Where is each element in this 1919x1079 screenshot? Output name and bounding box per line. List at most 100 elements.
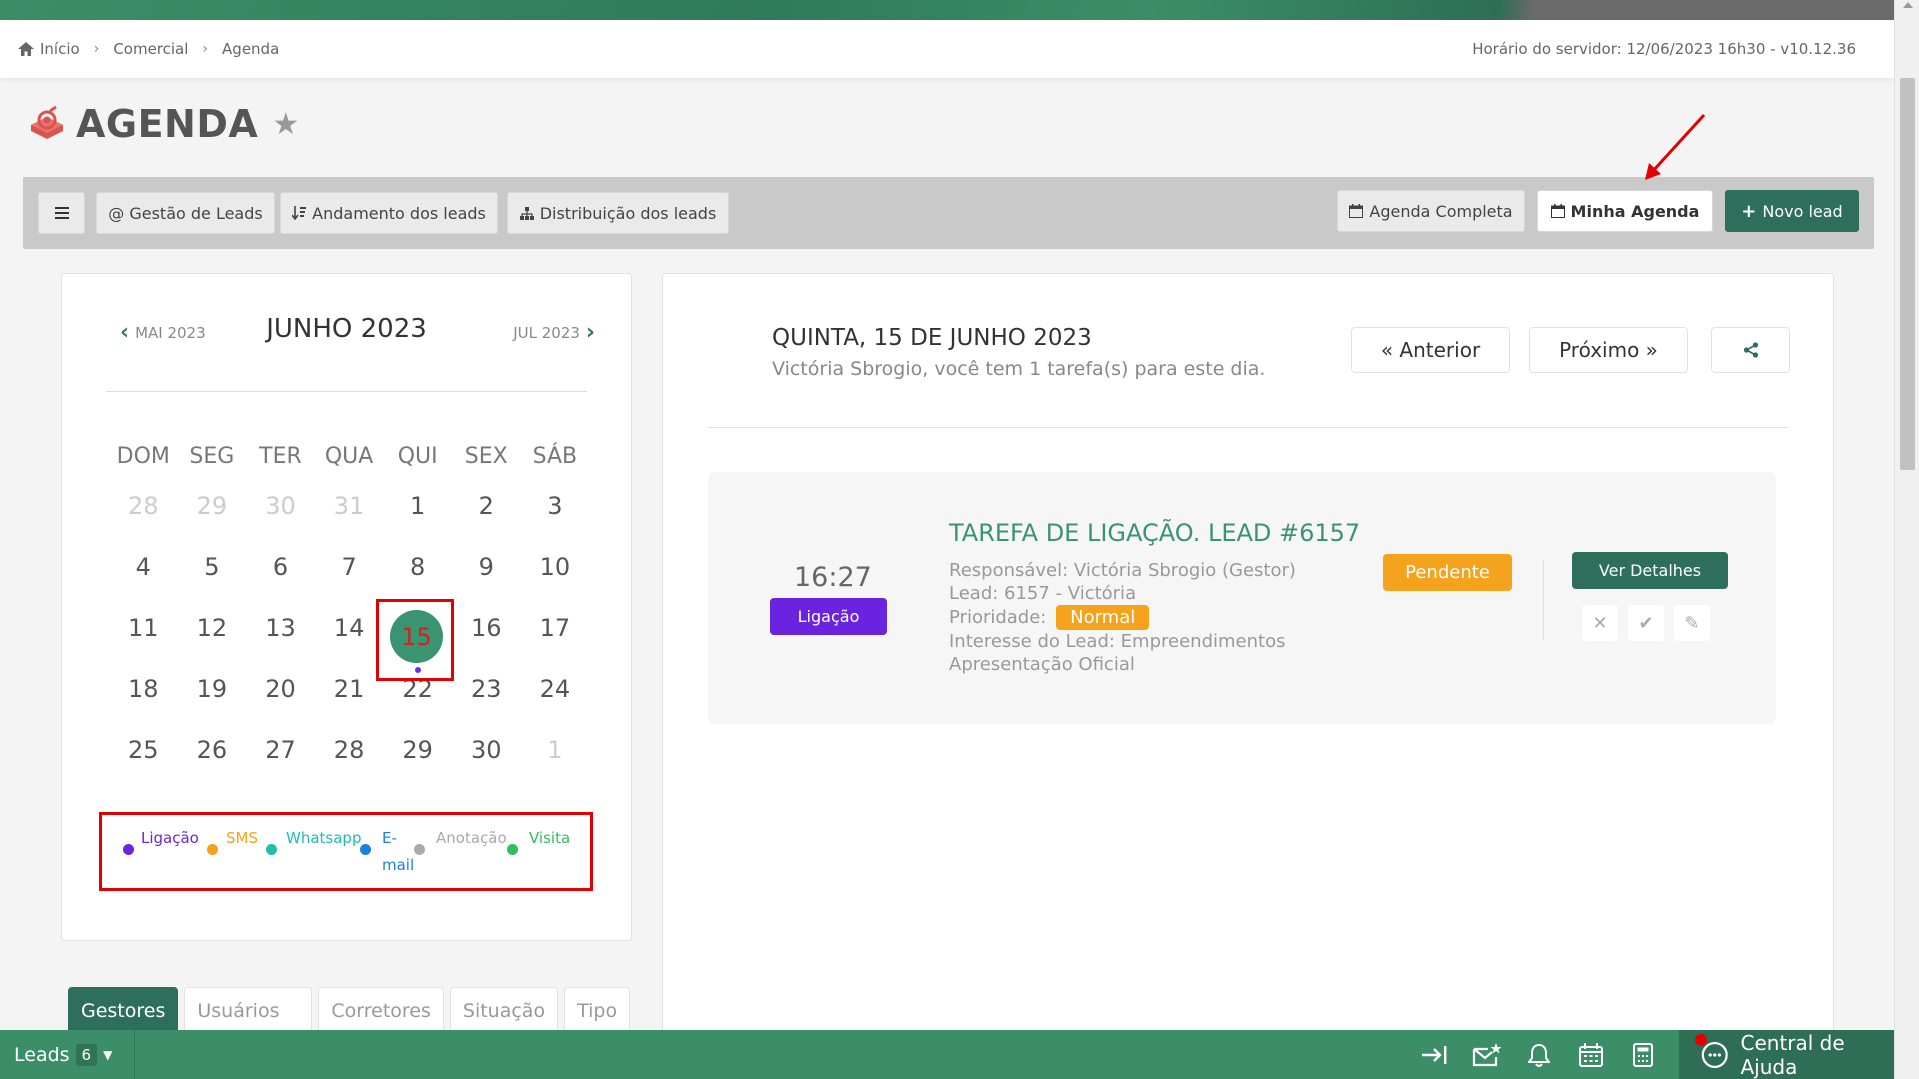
bottom-icons: Central de Ajuda <box>1409 1030 1894 1079</box>
calendar-day[interactable]: 1 <box>383 484 452 545</box>
calendar-day[interactable]: 8 <box>383 545 452 606</box>
breadcrumb-agenda[interactable]: Agenda <box>222 40 279 58</box>
calendar-day[interactable]: 16 <box>452 606 521 667</box>
notifications-button[interactable] <box>1513 1030 1565 1079</box>
today-highlight[interactable]: 15 <box>376 599 454 681</box>
edit-task-button[interactable]: ✎ <box>1674 605 1710 641</box>
next-month-button[interactable]: JUL 2023 › <box>513 320 595 345</box>
calendar-day[interactable]: 6 <box>246 545 315 606</box>
calendar-day[interactable]: 29 <box>383 728 452 789</box>
calendar-day[interactable]: 1 <box>521 728 590 789</box>
calendar-day[interactable]: 7 <box>315 545 384 606</box>
calculator-icon <box>1633 1042 1653 1067</box>
calendar-day[interactable]: 19 <box>178 667 247 728</box>
task-responsavel: Responsável: Victória Sbrogio (Gestor) <box>949 560 1296 581</box>
calendar-day[interactable]: 11 <box>109 606 178 667</box>
breadcrumb-home-label: Início <box>40 40 80 58</box>
novo-lead-button[interactable]: + Novo lead <box>1725 190 1859 232</box>
weekday-label: QUI <box>397 444 438 469</box>
today-circle[interactable]: 15 <box>390 610 443 663</box>
calendar-day[interactable]: 14 <box>315 606 384 667</box>
andamento-leads-label: Andamento dos leads <box>312 203 486 223</box>
sign-in-button[interactable] <box>1409 1030 1461 1079</box>
calendar-day[interactable]: 24 <box>521 667 590 728</box>
calendar-day[interactable]: 29 <box>178 484 247 545</box>
scroll-up-icon[interactable] <box>1903 2 1913 8</box>
minha-agenda-button[interactable]: Minha Agenda <box>1537 190 1713 232</box>
chevron-right-icon: › <box>202 41 209 57</box>
calendar-day[interactable]: 18 <box>109 667 178 728</box>
task-card: 16:27 Ligação TAREFA DE LIGAÇÃO. LEAD #6… <box>708 472 1776 724</box>
calendar-day[interactable]: 9 <box>452 545 521 606</box>
breadcrumb-home[interactable]: Início <box>18 40 80 58</box>
task-info: Responsável: Victória Sbrogio (Gestor) L… <box>949 559 1296 676</box>
scroll-thumb[interactable] <box>1900 78 1915 470</box>
gestao-leads-button[interactable]: @ Gestão de Leads <box>96 192 275 234</box>
leads-dropdown[interactable]: Leads 6 ▼ <box>0 1030 135 1079</box>
view-details-button[interactable]: Ver Detalhes <box>1572 552 1728 589</box>
task-title[interactable]: TAREFA DE LIGAÇÃO. LEAD #6157 <box>949 519 1360 547</box>
star-icon[interactable]: ★ <box>272 107 299 142</box>
leads-count-badge: 6 <box>75 1043 98 1066</box>
legend-visita: Visita <box>529 829 571 847</box>
calendar-day[interactable]: 2 <box>452 484 521 545</box>
calendar-day[interactable]: 4 <box>109 545 178 606</box>
calendar-day[interactable]: 3 <box>521 484 590 545</box>
help-center-label: Central de Ajuda <box>1740 1030 1845 1079</box>
calendar-day[interactable]: 20 <box>246 667 315 728</box>
distribuicao-leads-button[interactable]: Distribuição dos leads <box>507 192 729 234</box>
weekday-label: SEX <box>464 444 508 469</box>
calendar-day[interactable]: 10 <box>521 545 590 606</box>
calendar-day[interactable]: 30 <box>246 484 315 545</box>
mail-button[interactable] <box>1461 1030 1513 1079</box>
calendar-day[interactable]: 28 <box>109 484 178 545</box>
task-apresentacao: Apresentação Oficial <box>949 654 1135 675</box>
complete-task-button[interactable]: ✔ <box>1628 605 1664 641</box>
calculator-button[interactable] <box>1617 1030 1669 1079</box>
agenda-completa-label: Agenda Completa <box>1369 201 1513 221</box>
legend-dot-ligacao <box>123 844 134 855</box>
cancel-task-button[interactable]: ✕ <box>1582 605 1618 641</box>
share-button[interactable] <box>1711 327 1790 373</box>
page-title: AGENDA <box>76 102 259 146</box>
calendar-day[interactable]: 26 <box>178 728 247 789</box>
legend-whatsapp: Whatsapp <box>286 829 362 847</box>
distribuicao-leads-label: Distribuição dos leads <box>539 203 717 223</box>
calendar-day[interactable]: 12 <box>178 606 247 667</box>
hamburger-icon <box>54 207 69 219</box>
calendar-day[interactable]: 5 <box>178 545 247 606</box>
server-time: Horário do servidor: 12/06/2023 16h30 - … <box>1472 40 1856 58</box>
calendar-day[interactable]: 25 <box>109 728 178 789</box>
menu-button[interactable] <box>38 192 85 234</box>
help-center-button[interactable]: Central de Ajuda <box>1679 1030 1894 1079</box>
next-day-button[interactable]: Próximo » <box>1529 327 1688 373</box>
calendar-week: 25 26 27 28 29 30 1 <box>109 728 589 789</box>
calendar-day[interactable]: 27 <box>246 728 315 789</box>
breadcrumb: Início › Comercial › Agenda Horário do s… <box>0 20 1894 78</box>
sign-in-icon <box>1422 1045 1447 1064</box>
day-detail-card: QUINTA, 15 DE JUNHO 2023 Victória Sbrogi… <box>662 273 1834 1043</box>
breadcrumb-comercial[interactable]: Comercial <box>113 40 188 58</box>
calendar-day[interactable]: 30 <box>452 728 521 789</box>
top-stripe <box>0 0 1919 20</box>
calendar-day[interactable]: 13 <box>246 606 315 667</box>
andamento-leads-button[interactable]: Andamento dos leads <box>280 192 498 234</box>
calendar-icon <box>1349 204 1364 218</box>
calendar-day[interactable]: 28 <box>315 728 384 789</box>
toolbar: @ Gestão de Leads Andamento dos leads Di… <box>23 177 1874 249</box>
page-header: AGENDA ★ <box>28 102 299 146</box>
task-priority-badge: Normal <box>1056 605 1150 630</box>
page-scrollbar[interactable] <box>1894 0 1919 1079</box>
chevron-down-icon: ▼ <box>103 1047 113 1062</box>
task-dot-ligacao <box>415 667 421 673</box>
calendar-button[interactable] <box>1565 1030 1617 1079</box>
gestao-leads-label: @ Gestão de Leads <box>108 203 263 223</box>
task-status-badge: Pendente <box>1383 554 1512 591</box>
calendar-card: ‹ MAI 2023 JUNHO 2023 JUL 2023 › DOM SEG… <box>61 273 632 941</box>
agenda-completa-button[interactable]: Agenda Completa <box>1337 190 1525 232</box>
calendar-day[interactable]: 23 <box>452 667 521 728</box>
calendar-day[interactable]: 17 <box>521 606 590 667</box>
calendar-day[interactable]: 31 <box>315 484 384 545</box>
calendar-day[interactable]: 21 <box>315 667 384 728</box>
prev-day-button[interactable]: « Anterior <box>1351 327 1510 373</box>
